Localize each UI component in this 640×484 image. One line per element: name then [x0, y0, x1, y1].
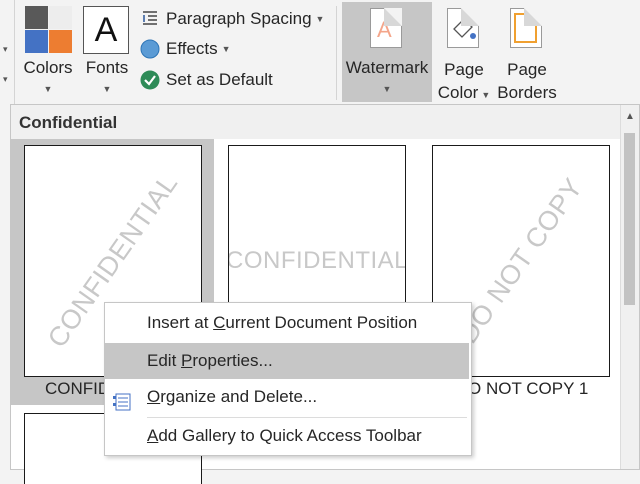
colors-swatch-icon [25, 6, 72, 54]
watermark-tile-caption: CONFID [45, 379, 111, 398]
fonts-icon: A [83, 6, 129, 54]
menu-item-label: dd Gallery to Quick Access Toolbar [158, 426, 422, 445]
menu-item-add-gallery-to-qat[interactable]: Add Gallery to Quick Access Toolbar [105, 418, 469, 454]
menu-item-insert-at-current-position[interactable]: Insert at Current Document Position [105, 305, 469, 341]
fonts-button[interactable]: A Fonts ▼ [80, 2, 134, 102]
colors-button[interactable]: Colors ▼ [18, 2, 78, 102]
svg-text:A: A [377, 17, 392, 42]
ribbon-divider [336, 6, 337, 100]
watermark-button[interactable]: A Watermark ▼ [342, 2, 432, 102]
effects-label: Effects [166, 39, 218, 58]
gallery-section-header: Confidential [11, 105, 623, 139]
chevron-down-icon: ▼ [102, 84, 112, 94]
chevron-down-icon[interactable]: ▾ [3, 44, 8, 55]
watermark-preview-text: DO NOT COPY [452, 172, 589, 349]
menu-item-label: Edit [147, 351, 182, 370]
menu-item-accelerator: O [147, 387, 161, 406]
paragraph-spacing-icon [140, 9, 160, 29]
page-borders-icon [510, 8, 542, 48]
effects-icon [140, 39, 160, 59]
menu-item-label: Insert at [147, 313, 214, 332]
chevron-down-icon: ▼ [382, 84, 392, 94]
fonts-label: Fonts [85, 58, 129, 77]
scrollbar-thumb[interactable] [624, 133, 635, 305]
menu-item-accelerator: C [213, 313, 226, 332]
paragraph-spacing-label: Paragraph Spacing [166, 9, 312, 28]
colors-label: Colors [23, 58, 73, 77]
watermark-label: Watermark [345, 58, 429, 77]
menu-item-label: urrent Document Position [225, 313, 418, 332]
set-as-default-label: Set as Default [166, 70, 273, 89]
menu-item-accelerator: P [181, 351, 193, 370]
checkmark-icon [140, 70, 160, 90]
watermark-icon: A [370, 8, 402, 48]
menu-item-label: rganize and Delete... [160, 387, 318, 406]
page-color-label-2: Color [437, 83, 479, 102]
scroll-up-icon[interactable]: ▲ [625, 111, 635, 122]
menu-item-organize-and-delete[interactable]: Organize and Delete... [105, 379, 469, 415]
page-borders-label-1: Page [507, 60, 547, 79]
chevron-down-icon: ▼ [315, 14, 325, 24]
chevron-down-icon: ▼ [43, 84, 53, 94]
set-as-default-button[interactable]: Set as Default [140, 68, 273, 92]
page-borders-label-2: Borders [497, 83, 557, 102]
menu-item-label: roperties... [192, 351, 273, 370]
page-color-button[interactable]: Page Color ▼ [434, 2, 494, 102]
expand-icon[interactable]: ▾ [3, 74, 8, 85]
organizer-icon [113, 388, 133, 411]
page-color-icon [447, 8, 479, 48]
chevron-down-icon: ▼ [481, 90, 491, 100]
context-menu: Insert at Current Document Position Edit… [104, 302, 472, 456]
menu-item-edit-properties[interactable]: Edit Properties... [105, 343, 469, 379]
watermark-tile-caption: O NOT COPY 1 [468, 379, 589, 398]
effects-button[interactable]: Effects ▼ [140, 37, 231, 61]
ribbon: ▾ ▾ Colors ▼ A Fonts ▼ Paragraph Spacing… [0, 0, 640, 104]
paragraph-spacing-button[interactable]: Paragraph Spacing ▼ [140, 7, 324, 31]
gallery-scrollbar[interactable]: ▲ [620, 105, 639, 469]
page-borders-button[interactable]: Page Borders [496, 2, 558, 102]
ribbon-gallery-scroll[interactable]: ▾ ▾ [0, 0, 15, 104]
chevron-down-icon: ▼ [221, 44, 231, 54]
page-color-label-1: Page [444, 60, 484, 79]
menu-item-accelerator: A [147, 426, 159, 445]
watermark-preview-text: CONFIDENTIAL [228, 247, 406, 274]
